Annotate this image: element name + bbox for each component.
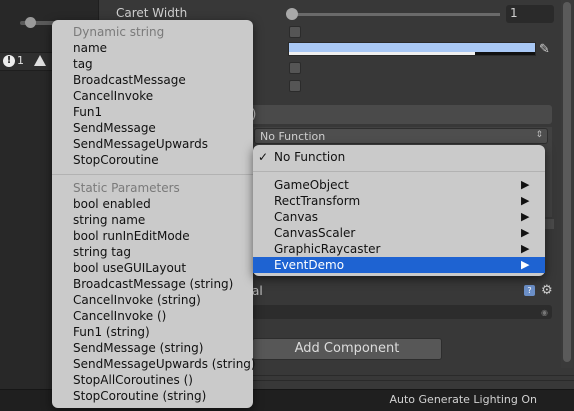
function-select[interactable]: No Function ⇕ xyxy=(254,128,548,144)
function-menu: ✓ No Function GameObject ▶ RectTransform… xyxy=(253,145,545,276)
menu-item-no-function[interactable]: ✓ No Function xyxy=(253,149,545,165)
help-icon[interactable]: ? xyxy=(524,285,535,296)
caret-width-input[interactable]: 1 xyxy=(506,5,554,23)
material-field[interactable]: ◉ xyxy=(252,305,552,319)
custom-caret-toggle[interactable] xyxy=(289,26,301,38)
submenu-arrow-icon: ▶ xyxy=(521,258,530,271)
alpha-bar-remaining xyxy=(475,52,535,55)
inspector-scrollbar-thumb[interactable] xyxy=(563,2,571,362)
menu-item[interactable]: SendMessage (string) xyxy=(73,340,203,356)
function-select-value: No Function xyxy=(260,130,326,143)
menu-item[interactable]: name xyxy=(73,40,107,56)
menu-separator xyxy=(52,174,253,175)
menu-item[interactable]: bool enabled xyxy=(73,196,151,212)
menu-item-label: EventDemo xyxy=(274,258,345,272)
submenu-arrow-icon: ▶ xyxy=(521,242,530,255)
zoom-slider-knob[interactable] xyxy=(25,17,36,28)
menu-item-label: GraphicRaycaster xyxy=(274,242,381,256)
read-only-toggle[interactable] xyxy=(289,80,301,92)
submenu-arrow-icon: ▶ xyxy=(521,194,530,207)
checkmark-icon: ✓ xyxy=(258,150,269,164)
object-picker-icon[interactable]: ◉ xyxy=(541,308,548,317)
menu-item-graphicraycaster[interactable]: GraphicRaycaster ▶ xyxy=(253,241,545,257)
status-text: Auto Generate Lighting On xyxy=(389,393,538,406)
submenu-arrow-icon: ▶ xyxy=(521,178,530,191)
submenu-arrow-icon: ▶ xyxy=(521,210,530,223)
menu-item[interactable]: CancelInvoke () xyxy=(73,308,166,324)
add-component-button[interactable]: Add Component xyxy=(252,338,442,360)
gear-icon[interactable]: ⚙ xyxy=(541,283,553,298)
menu-item-label: No Function xyxy=(274,150,346,164)
menu-item-gameobject[interactable]: GameObject ▶ xyxy=(253,177,545,193)
static-parameters-header: Static Parameters xyxy=(73,181,180,195)
menu-item[interactable]: string tag xyxy=(73,244,131,260)
caret-width-label: Caret Width xyxy=(116,6,188,20)
menu-item[interactable]: StopCoroutine (string) xyxy=(73,388,206,404)
menu-separator xyxy=(253,171,545,172)
dynamic-string-header: Dynamic string xyxy=(73,25,165,39)
menu-item[interactable]: CancelInvoke xyxy=(73,88,153,104)
menu-item[interactable]: StopCoroutine xyxy=(73,152,159,168)
menu-item[interactable]: Fun1 xyxy=(73,104,102,120)
error-count: 1 xyxy=(17,54,24,67)
dropdown-arrows-icon: ⇕ xyxy=(535,130,543,140)
menu-item[interactable]: StopAllCoroutines () xyxy=(73,372,193,388)
menu-item-label: CanvasScaler xyxy=(274,226,356,240)
menu-item[interactable]: SendMessageUpwards xyxy=(73,136,208,152)
menu-item[interactable]: tag xyxy=(73,56,93,72)
menu-item-label: RectTransform xyxy=(274,194,361,208)
menu-item-label: GameObject xyxy=(274,178,349,192)
error-icon: ! xyxy=(3,54,15,67)
menu-item[interactable]: string name xyxy=(73,212,145,228)
material-section-label: al xyxy=(252,284,263,298)
warning-triangle-icon[interactable] xyxy=(34,55,46,66)
menu-item-label: Canvas xyxy=(274,210,319,224)
menu-item[interactable]: SendMessageUpwards (string) xyxy=(73,356,256,372)
caret-width-slider-knob[interactable] xyxy=(286,8,298,20)
menu-item-canvas[interactable]: Canvas ▶ xyxy=(253,209,545,225)
menu-item-eventdemo[interactable]: EventDemo ▶ xyxy=(253,257,545,273)
menu-item[interactable]: CancelInvoke (string) xyxy=(73,292,201,308)
menu-item[interactable]: BroadcastMessage (string) xyxy=(73,276,233,292)
submenu-arrow-icon: ▶ xyxy=(521,226,530,239)
menu-item-canvasscaler[interactable]: CanvasScaler ▶ xyxy=(253,225,545,241)
alpha-bar xyxy=(289,52,475,55)
menu-item-recttransform[interactable]: RectTransform ▶ xyxy=(253,193,545,209)
menu-item[interactable]: bool runInEditMode xyxy=(73,228,190,244)
menu-item[interactable]: Fun1 (string) xyxy=(73,324,150,340)
on-value-changed-header: g) xyxy=(240,105,552,124)
parameter-menu: Dynamic string name tag BroadcastMessage… xyxy=(52,20,256,408)
menu-item[interactable]: bool useGUILayout xyxy=(73,260,186,276)
menu-item[interactable]: BroadcastMessage xyxy=(73,72,186,88)
selection-color-swatch xyxy=(289,43,535,52)
eyedropper-icon[interactable]: ✎ xyxy=(539,42,553,57)
menu-item[interactable]: SendMessage xyxy=(73,120,156,136)
error-count-badge[interactable]: ! 1 xyxy=(3,54,24,67)
hide-mobile-input-toggle[interactable] xyxy=(289,62,301,74)
caret-width-slider-track[interactable] xyxy=(292,13,500,16)
